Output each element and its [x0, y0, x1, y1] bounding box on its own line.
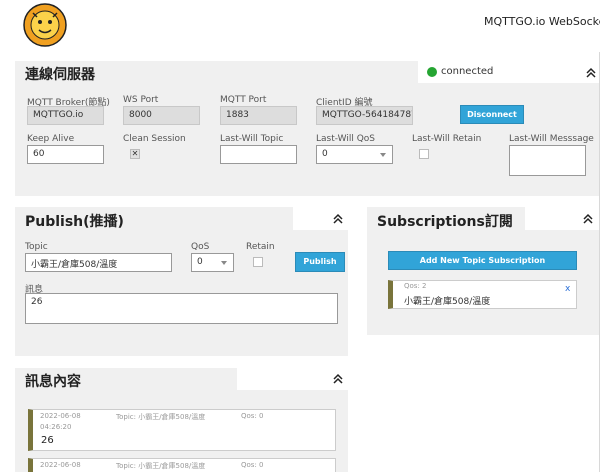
publish-retain-label: Retain [246, 242, 275, 252]
clean-session-checkbox[interactable]: ✕ [130, 149, 140, 159]
last-will-qos-label: Last-Will QoS [316, 134, 375, 144]
connection-status: connected [441, 66, 494, 77]
publish-topic-field[interactable]: 小霸王/倉庫508/溫度 [25, 253, 172, 272]
message-qos: Qos: 0 [241, 461, 264, 469]
last-will-topic-label: Last-Will Topic [220, 134, 284, 144]
publish-qos-select[interactable]: 0 [191, 253, 234, 272]
messages-title: 訊息內容 [25, 374, 81, 390]
app-title: MQTTGO.io WebSocket 界 [484, 15, 600, 28]
last-will-topic-field[interactable] [220, 145, 297, 164]
header: MQTTGO.io WebSocket 界 [0, 0, 600, 52]
message-topic: Topic: 小霸王/倉庫508/溫度 [116, 462, 206, 470]
publish-retain-checkbox[interactable] [253, 257, 263, 267]
subscriptions-title: Subscriptions訂閱 [377, 214, 513, 230]
subscription-qos: Qos: 2 [404, 282, 427, 290]
collapse-chevron-icon[interactable] [331, 212, 345, 226]
connection-title: 連線伺服器 [25, 67, 95, 83]
keep-alive-label: Keep Alive [27, 134, 75, 144]
last-will-retain-label: Last-Will Retain [412, 134, 482, 144]
last-will-qos-value: 0 [322, 149, 328, 159]
last-will-retain-checkbox[interactable] [419, 149, 429, 159]
last-will-message-field[interactable] [509, 145, 586, 176]
collapse-chevron-icon[interactable] [331, 372, 345, 386]
message-topic: Topic: 小霸王/倉庫508/溫度 [116, 413, 206, 421]
message-date: 2022-06-08 [40, 412, 81, 420]
publish-qos-value: 0 [197, 257, 203, 267]
status-indicator-icon [427, 67, 437, 77]
subscription-item: Qos: 2 小霸王/倉庫508/溫度 x [388, 280, 577, 309]
message-date: 2022-06-08 [40, 461, 81, 469]
remove-subscription-button[interactable]: x [565, 284, 570, 294]
message-time: 04:26:20 [40, 423, 72, 431]
dropdown-arrow-icon [380, 153, 386, 157]
broker-field[interactable]: MQTTGO.io [27, 106, 104, 125]
mqtt-port-field[interactable]: 1883 [220, 106, 297, 125]
logo-icon [23, 3, 67, 47]
ws-port-label: WS Port [123, 95, 159, 105]
message-payload: 26 [41, 435, 54, 446]
collapse-chevron-icon[interactable] [584, 66, 598, 80]
publish-button[interactable]: Publish [295, 252, 345, 272]
publish-topic-label: Topic [25, 242, 48, 252]
keep-alive-field[interactable]: 60 [27, 145, 104, 164]
connection-status-bar: connected [418, 61, 600, 83]
disconnect-button[interactable]: Disconnect [460, 105, 524, 124]
dropdown-arrow-icon [221, 261, 227, 265]
publish-qos-label: QoS [191, 242, 210, 252]
add-subscription-button[interactable]: Add New Topic Subscription [388, 251, 577, 270]
subscription-topic: 小霸王/倉庫508/溫度 [404, 297, 491, 307]
last-will-qos-select[interactable]: 0 [316, 145, 393, 164]
message-item: 2022-06-08 Topic: 小霸王/倉庫508/溫度 Qos: 0 [28, 458, 336, 472]
message-item: 2022-06-08 Topic: 小霸王/倉庫508/溫度 Qos: 0 04… [28, 409, 336, 451]
message-qos: Qos: 0 [241, 412, 264, 420]
ws-port-field[interactable]: 8000 [123, 106, 200, 125]
mqtt-port-label: MQTT Port [220, 95, 267, 105]
publish-title: Publish(推播) [25, 214, 124, 230]
publish-message-field[interactable]: 26 [25, 293, 338, 324]
collapse-chevron-icon[interactable] [581, 212, 595, 226]
clean-session-label: Clean Session [123, 134, 186, 144]
last-will-message-label: Last-Will Messsage [509, 134, 594, 144]
connection-panel: 連線伺服器 connected MQTT Broker(節點) MQTTGO.i… [15, 61, 600, 196]
client-id-field[interactable]: MQTTGO-5641847871 [316, 106, 413, 125]
